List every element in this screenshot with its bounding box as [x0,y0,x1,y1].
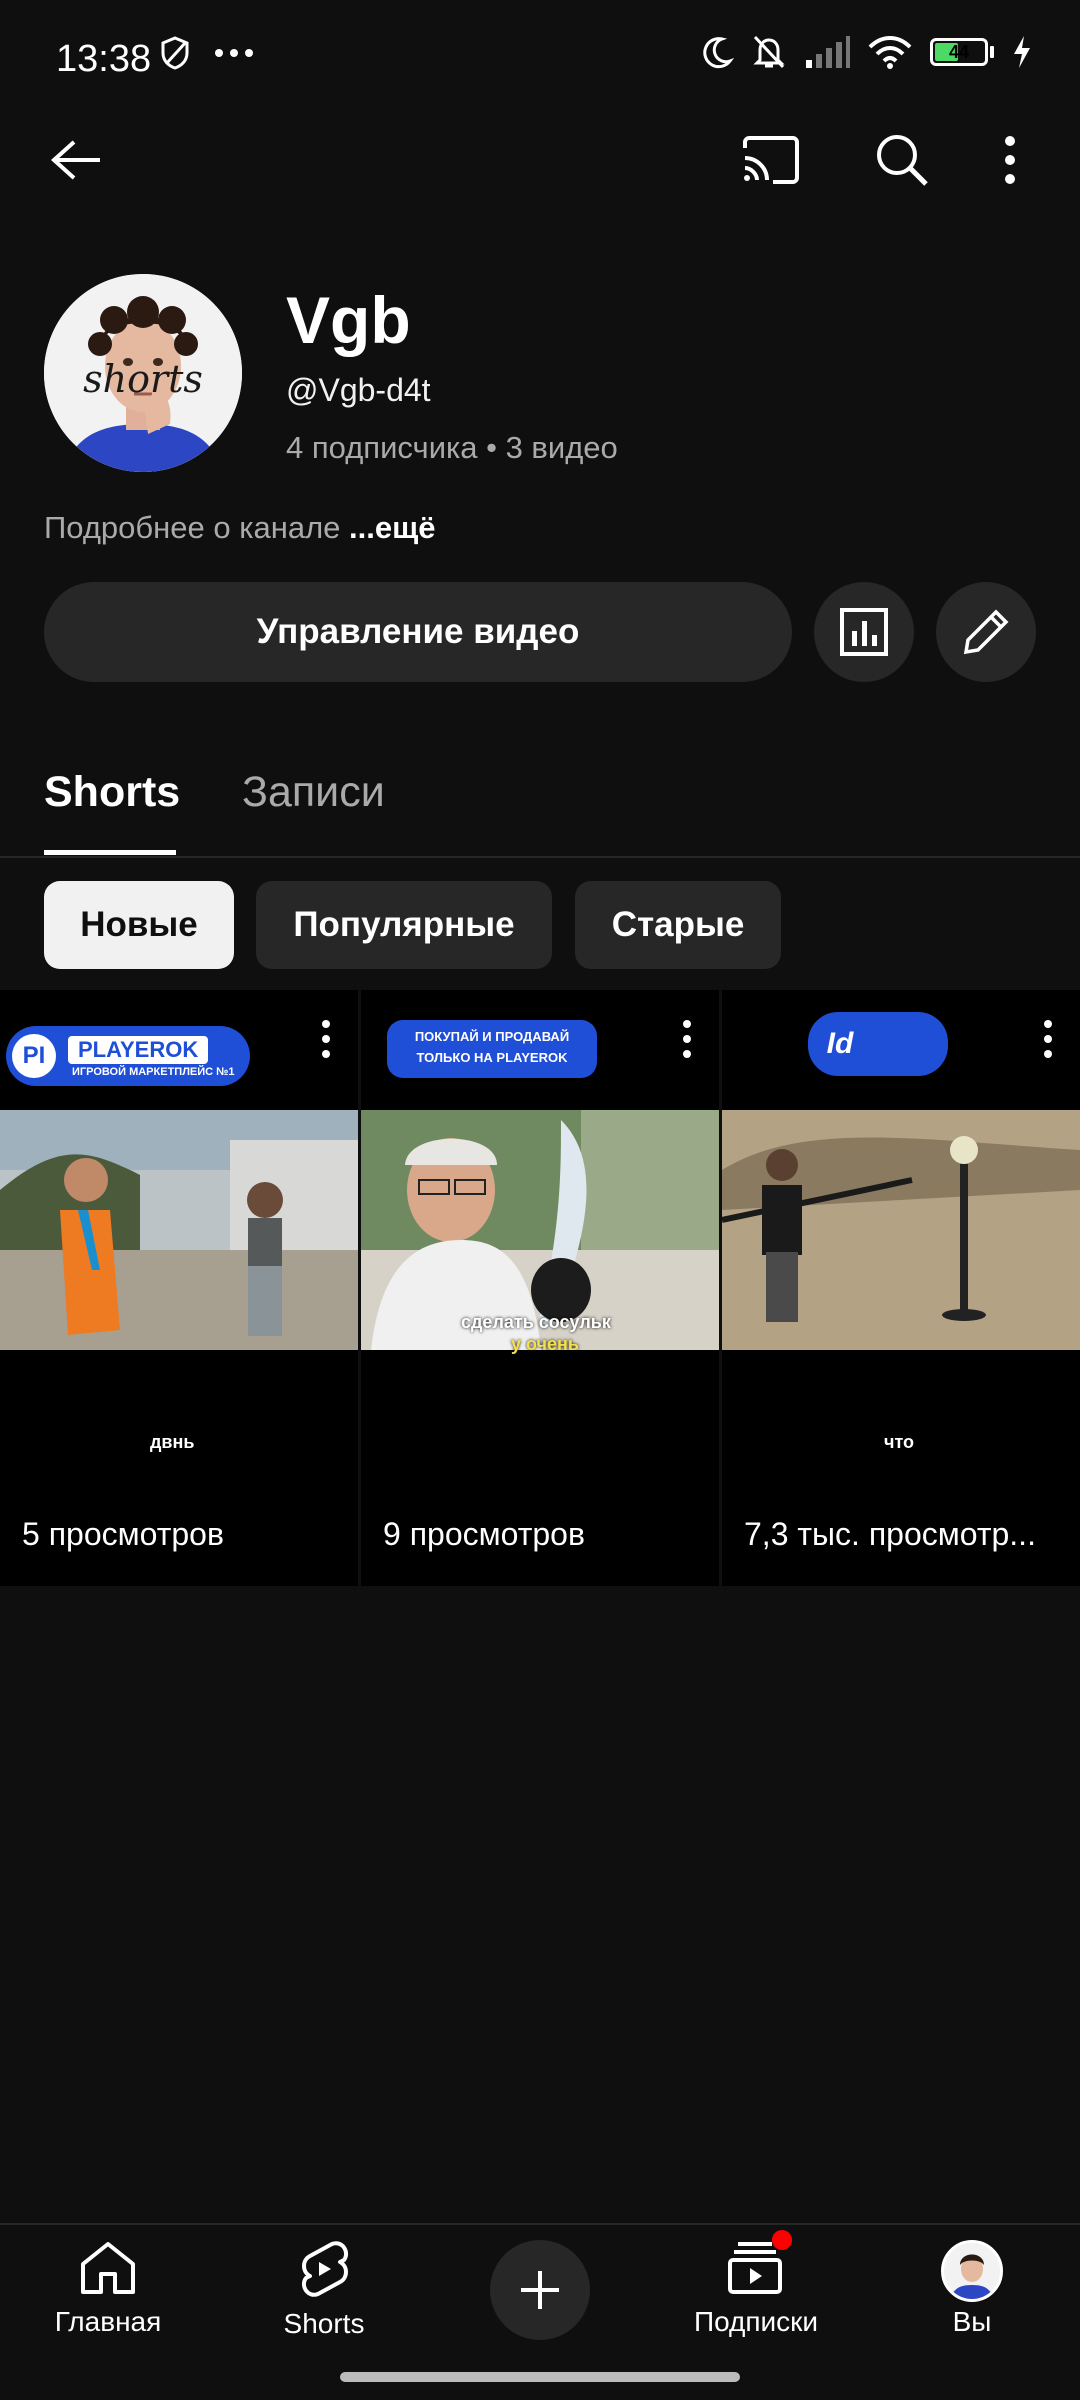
home-indicator[interactable] [340,2372,740,2382]
banner-line-2: ТОЛЬКО НА PLAYEROK [416,1050,568,1065]
mute-shield-icon [161,36,189,70]
player-ok-banner: ПОКУПАЙ И ПРОДАВАЙ ТОЛЬКО НА PLAYEROK [387,1020,597,1078]
notification-dot [772,2230,792,2250]
short-menu-button[interactable] [681,1020,693,1060]
status-right-icons: 44 [700,34,1032,70]
bell-off-icon [753,35,785,69]
nav-you-label: Вы [952,2306,992,2337]
nav-shorts-label: Shorts [283,2308,365,2339]
short-views: 5 просмотров [22,1516,224,1552]
tabs-divider [0,856,1080,858]
active-tab-indicator [44,850,176,855]
video-caption: двнь [150,1432,195,1452]
charging-icon [1014,36,1030,68]
short-card[interactable]: PI PLAYEROK ИГРОВОЙ МАРКЕТПЛЕЙС №1 двнь … [0,990,358,1586]
nav-shorts[interactable]: Shorts [234,2240,414,2340]
nav-home[interactable]: Главная [18,2240,198,2338]
short-card[interactable]: Id что 7,3 тыс. просмотр... [722,990,1080,1586]
battery-level: 44 [948,41,970,62]
search-icon [877,135,928,186]
channel-handle: @Vgb-d4t [286,372,431,408]
nav-you[interactable]: Вы [882,2240,1062,2338]
status-left-icons [160,36,254,70]
cast-button[interactable] [730,120,810,200]
about-channel-text: Подробнее о канале [44,510,341,545]
banner-subtitle: ИГРОВОЙ МАРКЕТПЛЕЙС №1 [72,1066,235,1078]
chip-newest[interactable]: Новые [44,881,234,969]
home-icon [81,2242,135,2294]
subscriptions-icon [728,2242,782,2294]
avatar-overlay-text: shorts [83,357,203,401]
tab-shorts[interactable]: Shorts [44,768,180,817]
short-thumbnail: Id что [722,990,1080,1470]
nav-subscriptions[interactable]: Подписки [666,2230,846,2338]
edit-pencil-icon [963,609,1009,655]
banner-line-1: ПОКУПАЙ И ПРОДАВАЙ [414,1029,570,1044]
signal-icon [806,36,850,68]
chip-popular[interactable]: Популярные [256,881,552,969]
short-menu-button[interactable] [320,1020,332,1060]
tab-posts[interactable]: Записи [242,768,385,817]
player-ok-logo-icon: PI [12,1034,56,1078]
nav-subscriptions-label: Подписки [693,2306,819,2337]
status-time: 13:38 [56,38,152,80]
overflow-menu-icon [1005,136,1015,184]
create-button[interactable] [490,2240,590,2340]
chip-oldest[interactable]: Старые [575,881,781,969]
manage-videos-button[interactable]: Управление видео [44,582,792,682]
back-arrow-icon [51,140,100,180]
analytics-icon [840,608,888,656]
video-caption: что [884,1432,915,1452]
player-ok-banner: PI PLAYEROK ИГРОВОЙ МАРКЕТПЛЕЙС №1 [6,1026,250,1086]
channel-avatar[interactable]: shorts [44,274,242,472]
video-caption-line-1: сделать сосульк [461,1312,611,1332]
short-views: 9 просмотров [383,1516,585,1552]
shorts-icon [301,2241,349,2297]
short-menu-button[interactable] [1042,1020,1054,1060]
short-card[interactable]: ПОКУПАЙ И ПРОДАВАЙ ТОЛЬКО НА PLAYEROK сд… [361,990,719,1586]
overflow-menu-button[interactable] [980,120,1040,200]
short-thumbnail: ПОКУПАЙ И ПРОДАВАЙ ТОЛЬКО НА PLAYEROK сд… [361,990,719,1470]
about-more-link[interactable]: ...ещё [349,510,435,545]
battery-icon: 44 [930,38,994,66]
channel-name: Vgb [286,283,411,357]
channel-stats: 4 подписчика • 3 видео [286,430,618,465]
moon-icon [703,37,734,69]
back-button[interactable] [36,120,116,200]
about-channel-link[interactable]: Подробнее о канале ...ещё [44,510,436,546]
banner-title: PLAYEROK [68,1036,209,1064]
more-dots-icon [215,49,253,57]
id-banner: Id [808,1012,948,1076]
short-views: 7,3 тыс. просмотр... [744,1516,1036,1552]
create-plus-icon [521,2271,559,2309]
banner-title: Id [808,1014,872,1074]
cast-icon [743,136,799,184]
search-button[interactable] [862,120,942,200]
short-thumbnail: PI PLAYEROK ИГРОВОЙ МАРКЕТПЛЕЙС №1 двнь [0,990,358,1470]
wifi-icon [868,36,912,69]
edit-channel-button[interactable] [936,582,1036,682]
profile-avatar-icon [941,2240,1003,2302]
video-caption-line-2: у очень [511,1334,579,1354]
avatar-image: shorts [44,274,242,472]
analytics-button[interactable] [814,582,914,682]
bottom-nav-divider [0,2223,1080,2225]
nav-home-label: Главная [54,2306,162,2337]
